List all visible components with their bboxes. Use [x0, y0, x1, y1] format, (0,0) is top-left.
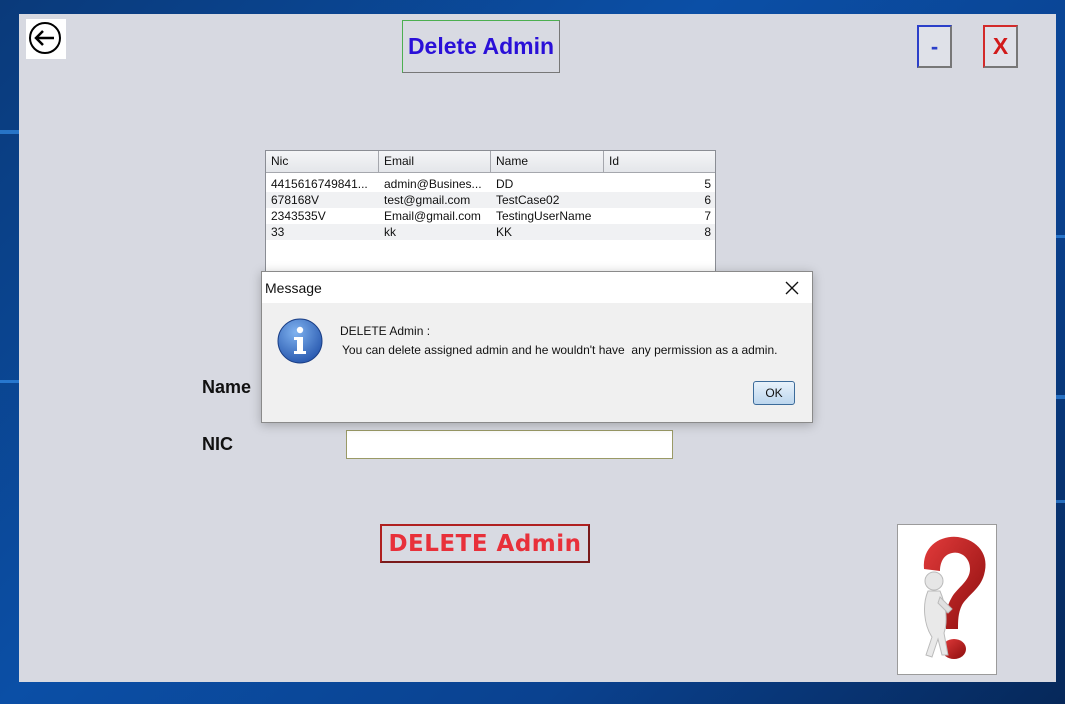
cell-id: 7	[704, 209, 711, 223]
cell-email: test@gmail.com	[384, 193, 471, 207]
column-header-name[interactable]: Name	[491, 151, 604, 172]
admin-table[interactable]: Nic Email Name Id 4415616749841... admin…	[265, 150, 716, 280]
column-header-nic[interactable]: Nic	[266, 151, 379, 172]
page-title: Delete Admin	[402, 20, 560, 73]
table-header: Nic Email Name Id	[266, 151, 715, 173]
table-row[interactable]: 2343535V Email@gmail.com TestingUserName…	[266, 208, 715, 224]
cell-email: Email@gmail.com	[384, 209, 481, 223]
cell-nic: 4415616749841...	[271, 177, 368, 191]
nic-label: NIC	[202, 434, 233, 454]
dialog-close-button[interactable]	[772, 272, 812, 303]
dialog-message: You can delete assigned admin and he wou…	[342, 343, 778, 357]
help-question-icon	[923, 536, 986, 659]
table-row[interactable]: 4415616749841... admin@Busines... DD 5	[266, 176, 715, 192]
column-header-email[interactable]: Email	[379, 151, 491, 172]
back-button[interactable]	[26, 19, 66, 59]
cell-name: TestCase02	[496, 193, 560, 207]
cell-name: KK	[496, 225, 513, 239]
column-header-id[interactable]: Id	[604, 151, 715, 172]
cell-email: admin@Busines...	[384, 177, 482, 191]
info-icon	[277, 318, 323, 364]
minimize-button[interactable]: -	[917, 25, 952, 68]
back-arrow-icon	[29, 22, 61, 54]
cell-nic: 2343535V	[271, 209, 326, 223]
dialog-titlebar: Message	[262, 272, 812, 303]
close-button[interactable]: X	[983, 25, 1018, 68]
cell-nic: 33	[271, 225, 285, 239]
nic-input[interactable]	[346, 430, 673, 459]
dialog-title: Message	[265, 279, 322, 296]
dialog-heading: DELETE Admin :	[340, 324, 431, 338]
cell-name: DD	[496, 177, 514, 191]
ok-button[interactable]: OK	[753, 381, 795, 405]
close-icon	[785, 281, 799, 294]
cell-nic: 678168V	[271, 193, 320, 207]
delete-admin-button[interactable]: DELETE Admin	[380, 524, 590, 563]
cell-name: TestingUserName	[496, 209, 592, 223]
table-row[interactable]: 33 kk KK 8	[266, 224, 715, 240]
cell-email: kk	[384, 225, 396, 239]
name-label: Name	[202, 377, 252, 397]
cell-id: 6	[704, 193, 711, 207]
message-dialog: Message DELETE Admin : You can delete as…	[261, 271, 813, 423]
cell-id: 5	[704, 177, 711, 191]
table-row[interactable]: 678168V test@gmail.com TestCase02 6	[266, 192, 715, 208]
help-button[interactable]	[897, 524, 997, 675]
cell-id: 8	[704, 225, 711, 239]
